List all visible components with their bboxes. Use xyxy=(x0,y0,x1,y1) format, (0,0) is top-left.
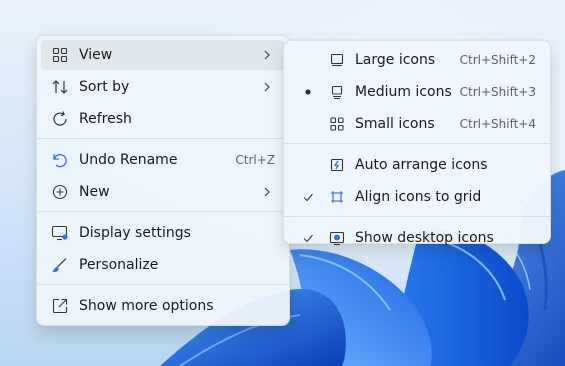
menu-item-undo-rename[interactable]: Undo Rename Ctrl+Z xyxy=(41,145,285,175)
undo-icon xyxy=(51,151,69,169)
menu-item-shortcut: Ctrl+Z xyxy=(235,153,275,167)
chevron-right-icon xyxy=(261,48,273,62)
menu-item-label: New xyxy=(79,184,110,200)
open-external-icon xyxy=(51,297,69,315)
bullet-icon xyxy=(300,84,316,100)
grid-icon xyxy=(51,46,69,64)
submenu-item-small-icons[interactable]: Small icons Ctrl+Shift+4 xyxy=(288,109,546,139)
submenu-item-align-to-grid[interactable]: Align icons to grid xyxy=(288,182,546,212)
menu-item-refresh[interactable]: Refresh xyxy=(41,104,285,134)
menu-separator xyxy=(284,143,550,144)
submenu-item-medium-icons[interactable]: Medium icons Ctrl+Shift+3 xyxy=(288,77,546,107)
submenu-item-label: Auto arrange icons xyxy=(355,157,488,173)
menu-separator xyxy=(37,138,289,139)
submenu-item-label: Show desktop icons xyxy=(355,230,494,246)
submenu-item-shortcut: Ctrl+Shift+2 xyxy=(459,53,536,67)
submenu-item-label: Large icons xyxy=(355,52,436,68)
large-monitor-icon xyxy=(328,51,346,69)
view-submenu: Large icons Ctrl+Shift+2 Medium icons Ct… xyxy=(283,40,551,246)
menu-item-label: Sort by xyxy=(79,79,130,95)
brush-icon xyxy=(51,256,69,274)
menu-item-label: Refresh xyxy=(79,111,132,127)
plus-circle-icon xyxy=(51,183,69,201)
menu-item-display-settings[interactable]: Display settings xyxy=(41,218,285,248)
menu-item-label: Undo Rename xyxy=(79,152,178,168)
submenu-item-label: Align icons to grid xyxy=(355,189,482,205)
menu-item-personalize[interactable]: Personalize xyxy=(41,250,285,280)
menu-item-view[interactable]: View xyxy=(41,40,285,70)
menu-separator xyxy=(37,211,289,212)
menu-item-label: Personalize xyxy=(79,257,159,273)
menu-item-show-more-options[interactable]: Show more options xyxy=(41,291,285,321)
submenu-item-shortcut: Ctrl+Shift+3 xyxy=(459,85,536,99)
submenu-item-label: Medium icons xyxy=(355,84,452,100)
medium-monitor-icon xyxy=(328,83,346,101)
monitor-settings-icon xyxy=(51,224,69,242)
refresh-icon xyxy=(51,110,69,128)
chevron-right-icon xyxy=(261,80,273,94)
submenu-item-show-desktop-icons[interactable]: Show desktop icons xyxy=(288,223,546,253)
menu-separator xyxy=(284,216,550,217)
submenu-item-auto-arrange[interactable]: Auto arrange icons xyxy=(288,150,546,180)
submenu-item-label: Small icons xyxy=(355,116,435,132)
sort-arrows-icon xyxy=(51,78,69,96)
menu-item-label: Show more options xyxy=(79,298,214,314)
checkmark-icon xyxy=(300,230,316,246)
desktop-context-menu: View Sort by Refresh Undo Rename Ctrl+Z … xyxy=(36,35,290,326)
align-grid-icon xyxy=(328,188,346,206)
auto-arrange-icon xyxy=(328,156,346,174)
checkmark-icon xyxy=(300,189,316,205)
menu-item-label: View xyxy=(79,47,113,63)
chevron-right-icon xyxy=(261,185,273,199)
small-grid-icon xyxy=(328,115,346,133)
menu-item-label: Display settings xyxy=(79,225,191,241)
menu-item-sort-by[interactable]: Sort by xyxy=(41,72,285,102)
menu-separator xyxy=(37,284,289,285)
desktop-icons-icon xyxy=(328,229,346,247)
submenu-item-large-icons[interactable]: Large icons Ctrl+Shift+2 xyxy=(288,45,546,75)
submenu-item-shortcut: Ctrl+Shift+4 xyxy=(459,117,536,131)
menu-item-new[interactable]: New xyxy=(41,177,285,207)
